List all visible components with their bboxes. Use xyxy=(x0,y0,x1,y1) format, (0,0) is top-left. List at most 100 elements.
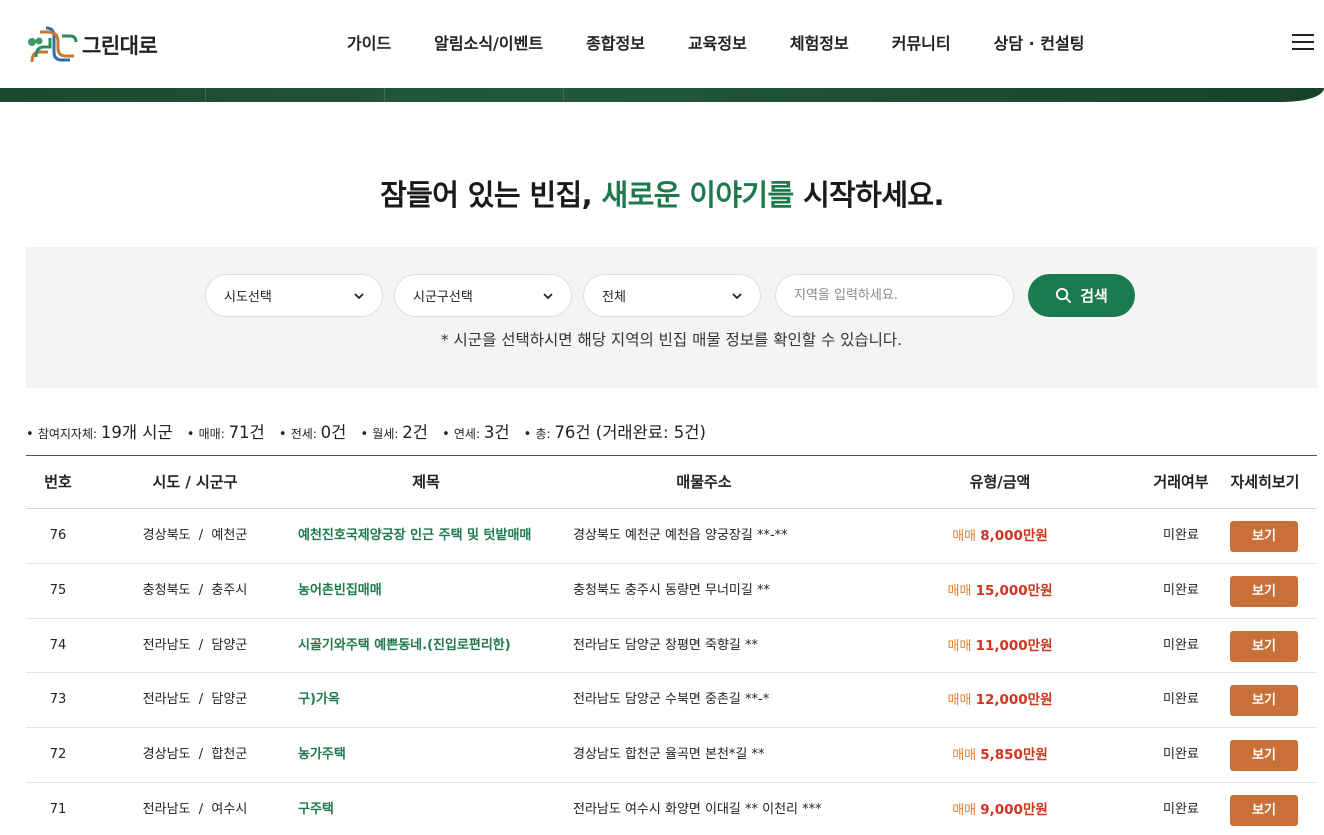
row-number: 71 xyxy=(49,801,67,817)
stat-jeonse: • 전세: 0건 xyxy=(278,423,347,442)
nav-guide[interactable]: 가이드 xyxy=(347,30,391,54)
nav-news-events[interactable]: 알림소식/이벤트 xyxy=(434,30,543,54)
search-note: * 시군을 선택하시면 해당 지역의 빈집 매물 정보를 확인할 수 있습니다. xyxy=(440,331,903,349)
row-type: 매매 xyxy=(947,583,972,599)
listing-table: 번호 시도 / 시군구 제목 매물주소 유형/금액 거래여부 자세히보기 76 경… xyxy=(26,455,1317,835)
hero-banner-edge xyxy=(0,88,1324,102)
row-status: 미완료 xyxy=(1163,801,1199,817)
stat-monthly: • 월세: 2건 xyxy=(360,423,428,442)
view-button[interactable]: 보기 xyxy=(1230,685,1298,717)
page-headline: 잠들어 있는 빈집, 새로운 이야기를 시작하세요. xyxy=(0,172,1324,214)
stat-yearly: • 연세: 3건 xyxy=(442,423,510,442)
row-address: 전라남도 담양군 창평면 죽향길 ** xyxy=(573,637,759,653)
row-type: 매매 xyxy=(952,529,977,544)
table-row: 76 경상북도 / 예천군 예천진호국제양궁장 인근 주택 및 텃밭매매 경상북도 예… xyxy=(26,509,1317,564)
row-status: 미완료 xyxy=(1163,582,1199,598)
row-number: 76 xyxy=(49,528,67,543)
row-address: 충청북도 충주시 동량면 무너미길 ** xyxy=(573,582,770,598)
table-body: 76 경상북도 / 예천군 예천진호국제양궁장 인근 주택 및 텃밭매매 경상북도 예… xyxy=(26,509,1317,835)
row-type: 매매 xyxy=(947,638,972,654)
search-icon xyxy=(1056,287,1072,304)
table-row: 72 경상남도 / 합천군 농가주택 경상남도 합천군 율곡면 본천*길 ** 매매 5… xyxy=(26,728,1317,783)
row-amount: 12,000만원 xyxy=(975,692,1053,709)
row-status: 미완료 xyxy=(1163,637,1199,653)
type-select-value: 전체 xyxy=(602,290,626,305)
col-number: 번호 xyxy=(44,473,72,491)
row-amount: 9,000만원 xyxy=(980,801,1048,818)
row-number: 75 xyxy=(49,582,67,598)
stat-sale: • 매매: 71건 xyxy=(186,423,265,442)
table-row: 74 전라남도 / 담양군 시골기와주택 예쁜동네.(진입로편리한) 전라남도 담양군… xyxy=(26,619,1317,674)
row-region: 충청북도 / 충주시 xyxy=(142,582,248,598)
row-status: 미완료 xyxy=(1163,747,1199,763)
row-address: 전라남도 담양군 수북면 중촌길 **-* xyxy=(573,692,770,708)
row-type: 매매 xyxy=(952,802,977,818)
sigungu-select[interactable]: 시군구선택 xyxy=(394,274,572,317)
logo-text: 그린대로 xyxy=(82,34,158,58)
view-button[interactable]: 보기 xyxy=(1230,794,1298,826)
row-title-link[interactable]: 구주택 xyxy=(298,783,334,835)
hamburger-icon[interactable] xyxy=(1292,34,1314,52)
col-type-price: 유형/금액 xyxy=(969,473,1031,491)
site-header: 그린대로 가이드 알림소식/이벤트 종합정보 교육정보 체험정보 커뮤니티 상담… xyxy=(0,0,1324,88)
row-status: 미완료 xyxy=(1163,692,1199,708)
row-type-price: 매매 15,000만원 xyxy=(926,564,1074,618)
chevron-down-icon xyxy=(354,293,364,300)
row-number: 72 xyxy=(49,747,67,763)
logo-icon xyxy=(28,26,78,63)
row-region: 전라남도 / 담양군 xyxy=(142,692,248,708)
search-button-label: 검색 xyxy=(1080,287,1108,305)
row-title-link[interactable]: 구)가옥 xyxy=(298,673,340,727)
row-type: 매매 xyxy=(947,693,972,709)
row-address: 경상남도 합천군 율곡면 본천*길 ** xyxy=(573,747,765,763)
logo[interactable]: 그린대로 xyxy=(26,22,158,68)
col-title: 제목 xyxy=(412,473,440,491)
nav-experience[interactable]: 체험정보 xyxy=(790,30,849,54)
nav-education[interactable]: 교육정보 xyxy=(688,30,747,54)
stat-participating: • 참여지자체: 19개 시군 xyxy=(26,423,173,442)
view-button[interactable]: 보기 xyxy=(1230,521,1298,552)
row-number: 74 xyxy=(49,637,67,653)
col-address: 매물주소 xyxy=(676,473,732,491)
listing-stats: • 참여지자체: 19개 시군 • 매매: 71건 • 전세: 0건 • 월세:… xyxy=(26,419,716,443)
row-address: 경상북도 예천군 예천읍 양궁장길 **-** xyxy=(573,528,788,543)
col-status: 거래여부 xyxy=(1153,473,1209,491)
row-title-link[interactable]: 예천진호국제양궁장 인근 주택 및 텃밭매매 xyxy=(298,509,531,563)
row-amount: 5,850만원 xyxy=(980,747,1048,764)
row-region: 경상남도 / 합천군 xyxy=(142,747,248,763)
row-amount: 11,000만원 xyxy=(975,637,1053,654)
headline-accent: 새로운 이야기를 xyxy=(601,178,795,212)
row-region: 전라남도 / 담양군 xyxy=(142,637,248,653)
chevron-down-icon xyxy=(543,293,553,300)
table-header: 번호 시도 / 시군구 제목 매물주소 유형/금액 거래여부 자세히보기 xyxy=(26,455,1317,509)
row-title-link[interactable]: 농가주택 xyxy=(298,728,346,782)
row-amount: 15,000만원 xyxy=(975,582,1053,599)
row-title-link[interactable]: 시골기와주택 예쁜동네.(진입로편리한) xyxy=(298,619,511,673)
col-region: 시도 / 시군구 xyxy=(152,473,238,491)
row-type-price: 매매 8,000만원 xyxy=(926,509,1074,563)
table-row: 73 전라남도 / 담양군 구)가옥 전라남도 담양군 수북면 중촌길 **-* 매매 … xyxy=(26,673,1317,729)
row-status: 미완료 xyxy=(1163,528,1199,543)
row-region: 경상북도 / 예천군 xyxy=(142,528,248,543)
sido-select-value: 시도선택 xyxy=(224,290,272,305)
row-number: 73 xyxy=(49,692,67,708)
headline-part1: 잠들어 있는 빈집, xyxy=(380,178,602,212)
view-button[interactable]: 보기 xyxy=(1230,740,1298,772)
type-select[interactable]: 전체 xyxy=(583,274,761,317)
main-nav: 가이드 알림소식/이벤트 종합정보 교육정보 체험정보 커뮤니티 상담 · 컨설… xyxy=(326,30,1084,54)
region-search-input[interactable] xyxy=(775,274,1014,317)
view-button[interactable]: 보기 xyxy=(1230,630,1298,662)
row-title-link[interactable]: 농어촌빈집매매 xyxy=(298,564,382,618)
table-row: 71 전라남도 / 여수시 구주택 전라남도 여수시 화양면 이대길 ** 이천리 *… xyxy=(26,783,1317,835)
nav-community[interactable]: 커뮤니티 xyxy=(892,30,951,54)
table-row: 75 충청북도 / 충주시 농어촌빈집매매 충청북도 충주시 동량면 무너미길 ** 매… xyxy=(26,564,1317,619)
search-button[interactable]: 검색 xyxy=(1028,274,1135,317)
nav-consulting[interactable]: 상담 · 컨설팅 xyxy=(994,30,1085,54)
sido-select[interactable]: 시도선택 xyxy=(205,274,383,317)
col-detail: 자세히보기 xyxy=(1230,473,1300,491)
row-type-price: 매매 9,000만원 xyxy=(926,783,1074,835)
row-type-price: 매매 5,850만원 xyxy=(926,728,1074,782)
view-button[interactable]: 보기 xyxy=(1230,575,1298,607)
row-address: 전라남도 여수시 화양면 이대길 ** 이천리 *** xyxy=(573,801,822,817)
nav-general-info[interactable]: 종합정보 xyxy=(586,30,645,54)
